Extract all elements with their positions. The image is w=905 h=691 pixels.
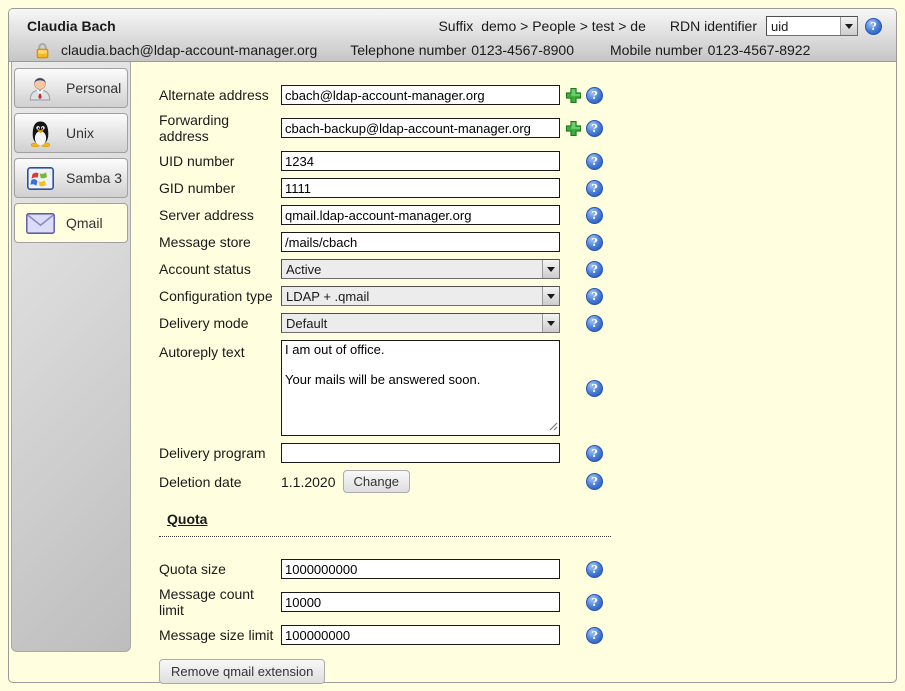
account-email: claudia.bach@ldap-account-manager.org — [61, 42, 317, 58]
remove-qmail-extension-button[interactable]: Remove qmail extension — [159, 659, 325, 684]
help-icon[interactable]: ? — [586, 594, 603, 611]
tab-unix[interactable]: Unix — [14, 113, 128, 153]
tux-icon — [25, 120, 55, 147]
help-icon[interactable]: ? — [586, 315, 603, 332]
account-edit-window: Claudia Bach Suffix demo > People > test… — [8, 8, 897, 683]
gid-number-input[interactable] — [281, 178, 560, 198]
quota-section-heading: Quota — [159, 511, 611, 537]
uid-number-input[interactable] — [281, 151, 560, 171]
add-forwarding-address-button[interactable] — [560, 120, 586, 137]
suffix-path: demo > People > test > de — [481, 18, 646, 34]
autoreply-text-area[interactable]: I am out of office. Your mails will be a… — [281, 340, 560, 436]
chevron-down-icon — [840, 17, 857, 35]
help-icon[interactable]: ? — [586, 261, 603, 278]
help-icon[interactable]: ? — [586, 473, 603, 490]
chevron-down-icon — [542, 260, 559, 278]
account-status-label: Account status — [159, 261, 281, 277]
uid-number-label: UID number — [159, 153, 281, 169]
server-address-label: Server address — [159, 207, 281, 223]
envelope-icon — [25, 213, 55, 234]
alternate-address-label: Alternate address — [159, 87, 281, 103]
help-icon[interactable]: ? — [586, 180, 603, 197]
delivery-program-label: Delivery program — [159, 445, 281, 461]
qmail-form: Alternate address ? Forwarding address — [131, 62, 611, 682]
quota-size-label: Quota size — [159, 561, 281, 577]
help-icon[interactable]: ? — [586, 207, 603, 224]
help-icon[interactable]: ? — [586, 561, 603, 578]
help-icon[interactable]: ? — [586, 627, 603, 644]
windows-icon — [25, 167, 55, 190]
delivery-mode-label: Delivery mode — [159, 315, 281, 331]
chevron-down-icon — [542, 287, 559, 305]
help-icon[interactable]: ? — [586, 288, 603, 305]
forwarding-address-input[interactable] — [281, 118, 560, 138]
delivery-mode-select[interactable]: Default — [281, 313, 560, 333]
configuration-type-select[interactable]: LDAP + .qmail — [281, 286, 560, 306]
message-count-limit-input[interactable] — [281, 592, 560, 612]
deletion-date-label: Deletion date — [159, 474, 281, 490]
tab-qmail[interactable]: Qmail — [14, 203, 128, 243]
message-size-limit-label: Message size limit — [159, 627, 281, 643]
delivery-program-input[interactable] — [281, 443, 560, 463]
server-address-input[interactable] — [281, 205, 560, 225]
plus-icon — [565, 120, 582, 137]
gid-number-label: GID number — [159, 180, 281, 196]
module-tab-sidebar: Personal Unix — [11, 62, 131, 652]
add-alternate-address-button[interactable] — [560, 87, 586, 104]
help-icon[interactable]: ? — [586, 234, 603, 251]
account-status-select[interactable]: Active — [281, 259, 560, 279]
resize-handle-icon[interactable] — [549, 418, 558, 434]
tab-personal[interactable]: Personal — [14, 68, 128, 108]
change-deletion-date-button[interactable]: Change — [343, 470, 411, 493]
rdn-identifier-label: RDN identifier — [670, 18, 757, 34]
message-store-input[interactable] — [281, 232, 560, 252]
quota-size-input[interactable] — [281, 559, 560, 579]
help-icon[interactable]: ? — [586, 380, 603, 397]
help-icon[interactable]: ? — [586, 120, 603, 137]
chevron-down-icon — [542, 314, 559, 332]
telephone-value: 0123-4567-8900 — [471, 42, 574, 58]
person-icon — [25, 75, 55, 101]
message-count-limit-label: Message count limit — [159, 586, 281, 618]
mobile-label: Mobile number — [610, 42, 703, 58]
rdn-identifier-select[interactable]: uid — [766, 16, 858, 36]
help-icon[interactable]: ? — [586, 153, 603, 170]
account-name: Claudia Bach — [27, 18, 116, 34]
help-icon[interactable]: ? — [586, 87, 603, 104]
help-icon[interactable]: ? — [865, 18, 882, 35]
message-store-label: Message store — [159, 234, 281, 250]
configuration-type-label: Configuration type — [159, 288, 281, 304]
help-icon[interactable]: ? — [586, 445, 603, 462]
forwarding-address-label: Forwarding address — [159, 112, 281, 144]
alternate-address-input[interactable] — [281, 85, 560, 105]
mobile-value: 0123-4567-8922 — [708, 42, 811, 58]
message-size-limit-input[interactable] — [281, 625, 560, 645]
plus-icon — [565, 87, 582, 104]
autoreply-text-label: Autoreply text — [159, 340, 281, 360]
tab-samba3[interactable]: Samba 3 — [14, 158, 128, 198]
telephone-label: Telephone number — [350, 42, 466, 58]
suffix-label: Suffix — [438, 18, 473, 34]
deletion-date-value: 1.1.2020 — [281, 474, 336, 490]
lock-icon — [35, 42, 50, 59]
account-header: Claudia Bach Suffix demo > People > test… — [9, 9, 896, 62]
